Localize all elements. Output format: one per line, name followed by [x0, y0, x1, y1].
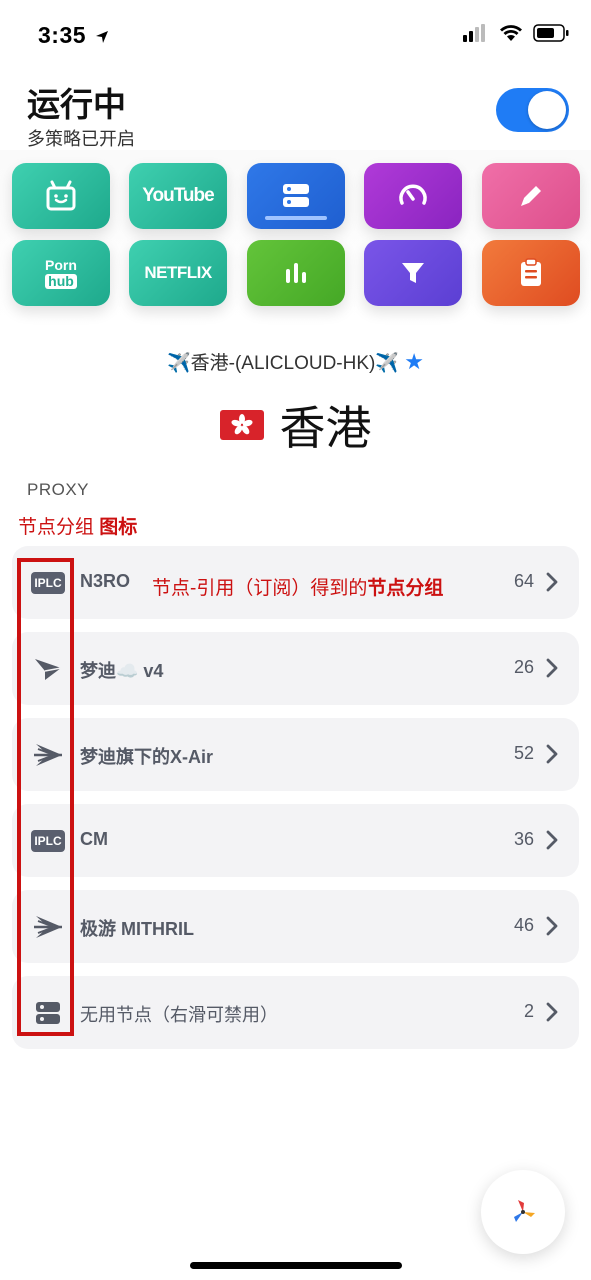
- app-logo-button[interactable]: [481, 1170, 565, 1254]
- group-count: 26: [513, 657, 534, 677]
- tile-pornhub[interactable]: Porn hub: [12, 240, 110, 306]
- group-count: 2: [523, 1001, 534, 1021]
- group-name: N3RO: [80, 571, 131, 591]
- tile-bilibili[interactable]: [12, 163, 110, 229]
- annotation-group-note: 节点-引用（订阅）得到的节点分组: [152, 578, 444, 599]
- tile-clipboard[interactable]: [482, 240, 580, 306]
- speedometer-icon: [399, 184, 427, 205]
- tile-youtube[interactable]: YouTube: [129, 163, 227, 229]
- group-name: 梦迪☁️ v4: [80, 661, 164, 681]
- pornhub-label-top: Porn: [45, 256, 77, 273]
- selected-indicator: [265, 216, 327, 220]
- chevron-right-icon: [546, 744, 558, 764]
- tv-gift-icon: [46, 180, 76, 211]
- bar-chart-icon: [286, 263, 306, 283]
- region-name: 香港: [279, 402, 372, 454]
- hong-kong-flag-icon: [219, 410, 264, 440]
- wifi-icon: [500, 25, 522, 41]
- chevron-right-icon: [546, 916, 558, 936]
- chevron-right-icon: [546, 1002, 558, 1022]
- filter-icon: [402, 263, 424, 283]
- server-icon: [283, 184, 309, 207]
- current-policy[interactable]: ✈️香港-(ALICLOUD-HK)✈️ ★: [0, 348, 591, 375]
- chevron-right-icon: [546, 830, 558, 850]
- chevron-right-icon: [546, 658, 558, 678]
- group-row[interactable]: 无用节点（右滑可禁用） 2: [12, 976, 579, 1049]
- tile-filter[interactable]: [364, 240, 462, 306]
- header: 运行中 多策略已开启: [27, 85, 569, 149]
- cellular-signal-icon: [463, 24, 485, 42]
- group-row[interactable]: 梦迪☁️ v4 26: [12, 632, 579, 705]
- annotation-highlight-box: [17, 558, 74, 1036]
- current-policy-name: ✈️香港-(ALICLOUD-HK)✈️: [166, 353, 400, 374]
- clipboard-icon: [521, 258, 541, 286]
- tile-netflix[interactable]: NETFLIX: [129, 240, 227, 306]
- battery-icon: [533, 24, 569, 42]
- policy-grid: YouTube Porn hub NETFLIX: [0, 150, 591, 325]
- pornhub-label-bottom: hub: [45, 273, 77, 289]
- group-row[interactable]: 极游 MITHRIL 46: [12, 890, 579, 963]
- youtube-label: YouTube: [142, 185, 214, 206]
- status-bar: 3:35: [0, 0, 591, 70]
- annotation-group-icon: 节点分组 图标: [18, 517, 138, 538]
- group-name: 无用节点（右滑可禁用）: [80, 1005, 278, 1025]
- group-count: 64: [513, 571, 534, 591]
- group-row[interactable]: IPLC CM 36: [12, 804, 579, 877]
- region-display: 香港: [0, 392, 591, 458]
- enable-toggle[interactable]: [496, 88, 569, 132]
- pinwheel-icon: [514, 1200, 535, 1222]
- group-row[interactable]: IPLC N3RO 节点-引用（订阅）得到的节点分组 64: [12, 546, 579, 619]
- group-row[interactable]: 梦迪旗下的X-Air 52: [12, 718, 579, 791]
- tile-speed[interactable]: [364, 163, 462, 229]
- tile-stats[interactable]: [247, 240, 345, 306]
- status-subtitle: 多策略已开启: [27, 129, 135, 149]
- group-count: 46: [513, 915, 534, 935]
- chevron-right-icon: [546, 572, 558, 592]
- pencil-icon: [521, 186, 541, 206]
- tile-server[interactable]: [247, 163, 345, 229]
- status-time: 3:35: [38, 22, 109, 49]
- group-count: 36: [513, 829, 534, 849]
- tile-edit[interactable]: [482, 163, 580, 229]
- group-name: 梦迪旗下的X-Air: [80, 747, 214, 767]
- toggle-knob: [528, 91, 566, 129]
- group-name: 极游 MITHRIL: [80, 919, 194, 939]
- home-indicator: [190, 1262, 402, 1269]
- star-icon: ★: [404, 349, 425, 374]
- netflix-label: NETFLIX: [144, 263, 212, 282]
- location-arrow-icon: [95, 30, 108, 43]
- group-count: 52: [513, 743, 534, 763]
- group-name: CM: [80, 829, 108, 849]
- status-title: 运行中: [27, 86, 126, 123]
- section-label-proxy: PROXY: [27, 480, 90, 499]
